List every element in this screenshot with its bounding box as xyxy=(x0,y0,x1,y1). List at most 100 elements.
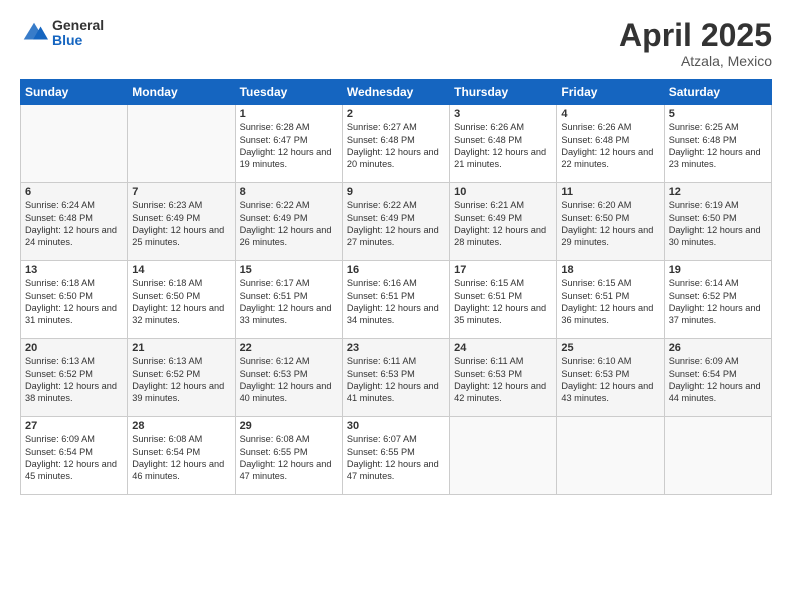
day-number: 13 xyxy=(25,264,123,276)
day-number: 5 xyxy=(669,108,767,120)
day-cell: 26Sunrise: 6:09 AMSunset: 6:54 PMDayligh… xyxy=(664,339,771,417)
day-info: Sunrise: 6:21 AMSunset: 6:49 PMDaylight:… xyxy=(454,199,552,249)
day-cell: 7Sunrise: 6:23 AMSunset: 6:49 PMDaylight… xyxy=(128,183,235,261)
day-number: 3 xyxy=(454,108,552,120)
day-info: Sunrise: 6:18 AMSunset: 6:50 PMDaylight:… xyxy=(25,277,123,327)
day-cell: 23Sunrise: 6:11 AMSunset: 6:53 PMDayligh… xyxy=(342,339,449,417)
day-info: Sunrise: 6:12 AMSunset: 6:53 PMDaylight:… xyxy=(240,355,338,405)
day-info: Sunrise: 6:23 AMSunset: 6:49 PMDaylight:… xyxy=(132,199,230,249)
day-info: Sunrise: 6:25 AMSunset: 6:48 PMDaylight:… xyxy=(669,121,767,171)
day-info: Sunrise: 6:26 AMSunset: 6:48 PMDaylight:… xyxy=(454,121,552,171)
day-number: 10 xyxy=(454,186,552,198)
day-cell: 22Sunrise: 6:12 AMSunset: 6:53 PMDayligh… xyxy=(235,339,342,417)
day-number: 15 xyxy=(240,264,338,276)
col-saturday: Saturday xyxy=(664,80,771,105)
calendar-header-row: Sunday Monday Tuesday Wednesday Thursday… xyxy=(21,80,772,105)
week-row-4: 20Sunrise: 6:13 AMSunset: 6:52 PMDayligh… xyxy=(21,339,772,417)
day-number: 4 xyxy=(561,108,659,120)
day-number: 12 xyxy=(669,186,767,198)
day-info: Sunrise: 6:09 AMSunset: 6:54 PMDaylight:… xyxy=(669,355,767,405)
logo-text: General Blue xyxy=(52,18,104,49)
day-number: 26 xyxy=(669,342,767,354)
day-number: 14 xyxy=(132,264,230,276)
day-info: Sunrise: 6:16 AMSunset: 6:51 PMDaylight:… xyxy=(347,277,445,327)
day-cell: 1Sunrise: 6:28 AMSunset: 6:47 PMDaylight… xyxy=(235,105,342,183)
day-cell: 25Sunrise: 6:10 AMSunset: 6:53 PMDayligh… xyxy=(557,339,664,417)
day-info: Sunrise: 6:14 AMSunset: 6:52 PMDaylight:… xyxy=(669,277,767,327)
col-friday: Friday xyxy=(557,80,664,105)
day-cell: 9Sunrise: 6:22 AMSunset: 6:49 PMDaylight… xyxy=(342,183,449,261)
day-cell: 16Sunrise: 6:16 AMSunset: 6:51 PMDayligh… xyxy=(342,261,449,339)
day-number: 11 xyxy=(561,186,659,198)
day-info: Sunrise: 6:11 AMSunset: 6:53 PMDaylight:… xyxy=(454,355,552,405)
day-cell: 17Sunrise: 6:15 AMSunset: 6:51 PMDayligh… xyxy=(450,261,557,339)
day-info: Sunrise: 6:11 AMSunset: 6:53 PMDaylight:… xyxy=(347,355,445,405)
day-cell xyxy=(450,417,557,495)
week-row-3: 13Sunrise: 6:18 AMSunset: 6:50 PMDayligh… xyxy=(21,261,772,339)
day-info: Sunrise: 6:15 AMSunset: 6:51 PMDaylight:… xyxy=(561,277,659,327)
title-block: April 2025 Atzala, Mexico xyxy=(619,18,772,69)
week-row-5: 27Sunrise: 6:09 AMSunset: 6:54 PMDayligh… xyxy=(21,417,772,495)
day-info: Sunrise: 6:08 AMSunset: 6:54 PMDaylight:… xyxy=(132,433,230,483)
col-thursday: Thursday xyxy=(450,80,557,105)
week-row-1: 1Sunrise: 6:28 AMSunset: 6:47 PMDaylight… xyxy=(21,105,772,183)
day-info: Sunrise: 6:22 AMSunset: 6:49 PMDaylight:… xyxy=(240,199,338,249)
day-number: 28 xyxy=(132,420,230,432)
day-cell xyxy=(21,105,128,183)
day-cell xyxy=(557,417,664,495)
day-info: Sunrise: 6:19 AMSunset: 6:50 PMDaylight:… xyxy=(669,199,767,249)
day-info: Sunrise: 6:26 AMSunset: 6:48 PMDaylight:… xyxy=(561,121,659,171)
day-info: Sunrise: 6:20 AMSunset: 6:50 PMDaylight:… xyxy=(561,199,659,249)
day-number: 17 xyxy=(454,264,552,276)
day-cell: 20Sunrise: 6:13 AMSunset: 6:52 PMDayligh… xyxy=(21,339,128,417)
day-cell: 27Sunrise: 6:09 AMSunset: 6:54 PMDayligh… xyxy=(21,417,128,495)
day-cell: 30Sunrise: 6:07 AMSunset: 6:55 PMDayligh… xyxy=(342,417,449,495)
logo-icon xyxy=(20,19,48,47)
day-number: 16 xyxy=(347,264,445,276)
day-info: Sunrise: 6:13 AMSunset: 6:52 PMDaylight:… xyxy=(132,355,230,405)
day-number: 24 xyxy=(454,342,552,354)
day-cell: 21Sunrise: 6:13 AMSunset: 6:52 PMDayligh… xyxy=(128,339,235,417)
day-cell: 12Sunrise: 6:19 AMSunset: 6:50 PMDayligh… xyxy=(664,183,771,261)
day-cell: 19Sunrise: 6:14 AMSunset: 6:52 PMDayligh… xyxy=(664,261,771,339)
logo-general: General xyxy=(52,17,104,33)
day-cell: 3Sunrise: 6:26 AMSunset: 6:48 PMDaylight… xyxy=(450,105,557,183)
day-cell: 5Sunrise: 6:25 AMSunset: 6:48 PMDaylight… xyxy=(664,105,771,183)
day-number: 25 xyxy=(561,342,659,354)
day-info: Sunrise: 6:15 AMSunset: 6:51 PMDaylight:… xyxy=(454,277,552,327)
day-cell: 11Sunrise: 6:20 AMSunset: 6:50 PMDayligh… xyxy=(557,183,664,261)
day-number: 27 xyxy=(25,420,123,432)
logo-blue: Blue xyxy=(52,32,82,48)
day-number: 22 xyxy=(240,342,338,354)
day-cell: 15Sunrise: 6:17 AMSunset: 6:51 PMDayligh… xyxy=(235,261,342,339)
day-number: 19 xyxy=(669,264,767,276)
day-info: Sunrise: 6:09 AMSunset: 6:54 PMDaylight:… xyxy=(25,433,123,483)
day-cell: 24Sunrise: 6:11 AMSunset: 6:53 PMDayligh… xyxy=(450,339,557,417)
day-number: 23 xyxy=(347,342,445,354)
page-header: General Blue April 2025 Atzala, Mexico xyxy=(20,18,772,69)
day-number: 21 xyxy=(132,342,230,354)
day-cell: 4Sunrise: 6:26 AMSunset: 6:48 PMDaylight… xyxy=(557,105,664,183)
day-number: 7 xyxy=(132,186,230,198)
location: Atzala, Mexico xyxy=(619,53,772,69)
day-info: Sunrise: 6:28 AMSunset: 6:47 PMDaylight:… xyxy=(240,121,338,171)
day-cell: 10Sunrise: 6:21 AMSunset: 6:49 PMDayligh… xyxy=(450,183,557,261)
day-info: Sunrise: 6:10 AMSunset: 6:53 PMDaylight:… xyxy=(561,355,659,405)
day-info: Sunrise: 6:07 AMSunset: 6:55 PMDaylight:… xyxy=(347,433,445,483)
col-wednesday: Wednesday xyxy=(342,80,449,105)
day-number: 8 xyxy=(240,186,338,198)
day-number: 1 xyxy=(240,108,338,120)
day-number: 6 xyxy=(25,186,123,198)
logo: General Blue xyxy=(20,18,104,49)
day-info: Sunrise: 6:24 AMSunset: 6:48 PMDaylight:… xyxy=(25,199,123,249)
col-monday: Monday xyxy=(128,80,235,105)
day-cell: 6Sunrise: 6:24 AMSunset: 6:48 PMDaylight… xyxy=(21,183,128,261)
day-cell xyxy=(664,417,771,495)
day-cell: 18Sunrise: 6:15 AMSunset: 6:51 PMDayligh… xyxy=(557,261,664,339)
day-cell xyxy=(128,105,235,183)
day-number: 30 xyxy=(347,420,445,432)
day-number: 9 xyxy=(347,186,445,198)
day-cell: 2Sunrise: 6:27 AMSunset: 6:48 PMDaylight… xyxy=(342,105,449,183)
day-info: Sunrise: 6:17 AMSunset: 6:51 PMDaylight:… xyxy=(240,277,338,327)
day-number: 18 xyxy=(561,264,659,276)
